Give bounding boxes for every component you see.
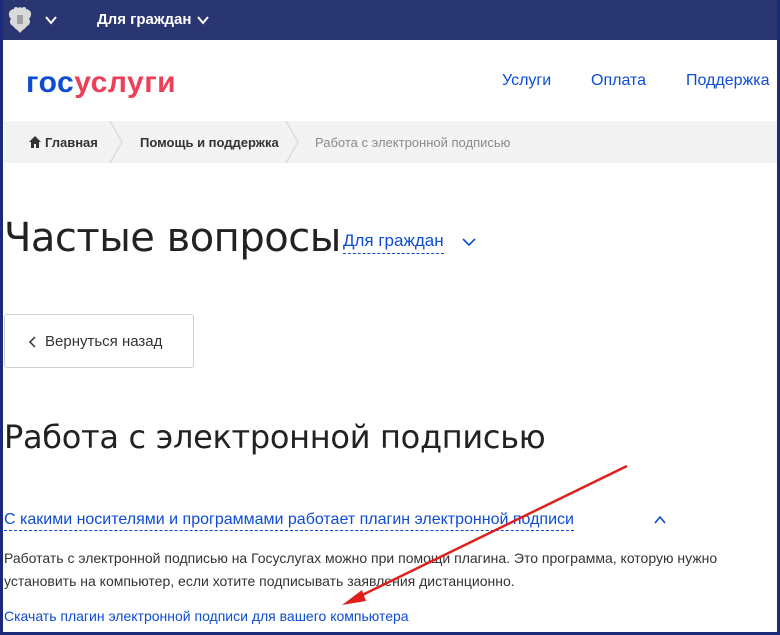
breadcrumb: Главная Помощь и поддержка Работа с элек… — [4, 121, 780, 163]
breadcrumb-separator — [285, 121, 299, 163]
faq-answer-line: установить на компьютер, если хотите под… — [4, 573, 515, 589]
emblem-icon[interactable] — [4, 3, 36, 37]
audience-menu-label[interactable]: Для граждан — [97, 11, 191, 28]
back-button[interactable]: Вернуться назад — [4, 314, 194, 368]
chevron-up-icon[interactable] — [653, 514, 667, 526]
breadcrumb-separator — [109, 121, 123, 163]
gosuslugi-logo[interactable]: госуслуги — [26, 66, 176, 100]
faq-answer-line: Работать с электронной подписью на Госус… — [4, 550, 718, 566]
top-bar: Для граждан — [0, 0, 780, 40]
back-button-label: Вернуться назад — [45, 333, 163, 350]
nav-services[interactable]: Услуги — [502, 72, 551, 90]
breadcrumb-help[interactable]: Помощь и поддержка — [140, 135, 279, 150]
faq-answer: Работать с электронной подписью на Госус… — [4, 547, 780, 593]
nav-support[interactable]: Поддержка — [686, 72, 769, 90]
chevron-down-icon[interactable] — [461, 235, 477, 249]
logo-part-gos: гос — [26, 66, 75, 99]
chevron-left-icon — [28, 336, 36, 348]
audience-selector[interactable]: Для граждан — [343, 231, 444, 254]
home-icon[interactable] — [28, 135, 42, 149]
logo-part-uslugi: услуги — [74, 66, 177, 99]
faq-question[interactable]: С какими носителями и программами работа… — [4, 511, 574, 531]
breadcrumb-home[interactable]: Главная — [45, 135, 98, 150]
chevron-down-icon[interactable] — [196, 13, 210, 27]
chevron-down-icon[interactable] — [44, 13, 58, 27]
download-plugin-link[interactable]: Скачать плагин электронной подписи для в… — [4, 608, 409, 624]
page-title: Частые вопросы — [4, 215, 341, 261]
nav-payment[interactable]: Оплата — [591, 72, 646, 90]
breadcrumb-current: Работа с электронной подписью — [315, 135, 511, 150]
section-title: Работа с электронной подписью — [4, 418, 546, 456]
